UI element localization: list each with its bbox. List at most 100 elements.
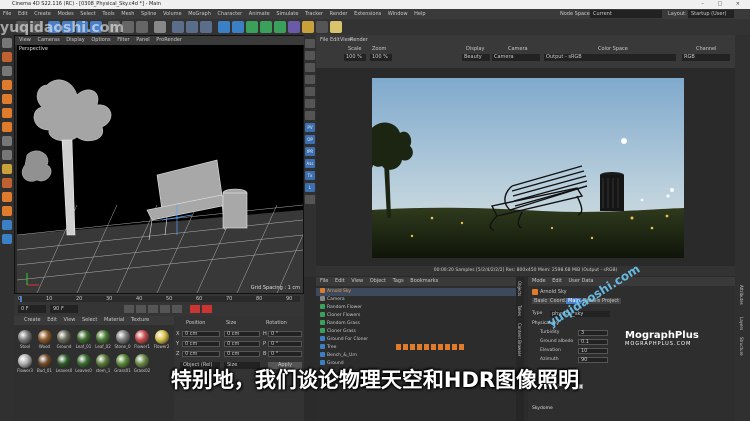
timeline[interactable]: 0 10 20 30 40 50 60 70 80 90 0 F 90 F: [14, 294, 304, 316]
camera-icon[interactable]: [316, 21, 328, 33]
tab-project[interactable]: Project: [600, 298, 622, 304]
edges-mode-icon[interactable]: [2, 108, 12, 118]
am-menu-edit[interactable]: Edit: [552, 278, 562, 284]
material-swatch[interactable]: Wood: [36, 330, 54, 352]
mat-menu-select[interactable]: Select: [82, 317, 97, 323]
texture-mode-icon[interactable]: [2, 52, 12, 62]
mat-menu-material[interactable]: Material: [104, 317, 124, 323]
om-menu-bookmarks[interactable]: Bookmarks: [410, 278, 438, 284]
ground-albedo-field[interactable]: 0.1: [578, 339, 608, 345]
polygons-mode-icon[interactable]: [2, 122, 12, 132]
pos-z-field[interactable]: 0 cm: [182, 351, 220, 357]
subdivision-icon[interactable]: [246, 21, 258, 33]
solo-icon[interactable]: [2, 220, 12, 230]
object-row[interactable]: Random Grass: [316, 320, 524, 328]
clear-icon[interactable]: [305, 99, 315, 108]
coord-system-icon[interactable]: [154, 21, 166, 33]
render-settings-icon[interactable]: [200, 21, 212, 33]
display-dropdown[interactable]: Beauty: [462, 54, 490, 61]
playhead[interactable]: [20, 296, 22, 302]
tx-button[interactable]: Tx: [305, 171, 315, 180]
om-menu-view[interactable]: View: [351, 278, 363, 284]
tab-basic[interactable]: Basic: [532, 298, 550, 304]
menu-help[interactable]: Help: [414, 11, 425, 17]
rot-b-field[interactable]: 0 °: [268, 351, 302, 357]
render-view-icon[interactable]: [172, 21, 184, 33]
z-axis-icon[interactable]: [136, 21, 148, 33]
tweak-icon[interactable]: [2, 150, 12, 160]
material-swatch[interactable]: Stone_0: [114, 330, 132, 352]
menu-tracker[interactable]: Tracker: [305, 11, 323, 17]
skydome-section[interactable]: Skydome: [532, 405, 553, 413]
content-browser-tab[interactable]: Content Browser: [517, 323, 522, 356]
pause-icon[interactable]: [305, 87, 315, 96]
menu-spline[interactable]: Spline: [141, 11, 156, 17]
vp-menu-cameras[interactable]: Cameras: [37, 37, 59, 43]
autokey-icon[interactable]: [202, 305, 212, 313]
size-z-field[interactable]: 0 cm: [224, 351, 260, 357]
vp-menu-panel[interactable]: Panel: [136, 37, 150, 43]
vp-menu-display[interactable]: Display: [66, 37, 84, 43]
go-start-icon[interactable]: [124, 305, 134, 313]
l-button[interactable]: L: [305, 183, 315, 192]
mat-menu-create[interactable]: Create: [24, 317, 41, 323]
object-row[interactable]: Bench_&_Urn: [316, 352, 524, 360]
snapshot-icon[interactable]: [305, 39, 315, 48]
workplane-icon[interactable]: [2, 66, 12, 76]
menu-window[interactable]: Window: [388, 11, 408, 17]
object-row[interactable]: Ground For Cloner: [316, 336, 524, 344]
menu-character[interactable]: Character: [218, 11, 243, 17]
go-end-icon[interactable]: [172, 305, 182, 313]
step-forward-icon[interactable]: [160, 305, 170, 313]
render-region-icon[interactable]: [305, 63, 315, 72]
cloner-icon[interactable]: [260, 21, 272, 33]
minimize-button[interactable]: –: [701, 1, 710, 7]
rv-menu-edit[interactable]: Edit: [330, 37, 340, 43]
material-swatch[interactable]: Leaf_02: [94, 330, 112, 352]
soft-select-icon[interactable]: [2, 192, 12, 202]
model-mode-icon[interactable]: [2, 80, 12, 90]
rv-menu-render[interactable]: Render: [350, 37, 368, 43]
object-row-selected[interactable]: Arnold Sky: [316, 288, 524, 296]
pen-icon[interactable]: [232, 21, 244, 33]
rot-h-field[interactable]: 0 °: [268, 331, 302, 337]
camera-dropdown[interactable]: Camera: [492, 54, 540, 61]
op-button[interactable]: OP: [305, 135, 315, 144]
menu-volume[interactable]: Volume: [163, 11, 182, 17]
snap-icon[interactable]: [2, 164, 12, 174]
vp-menu-view[interactable]: View: [19, 37, 31, 43]
start-frame-field[interactable]: 0 F: [18, 305, 46, 313]
make-editable-icon[interactable]: [2, 38, 12, 48]
menu-file[interactable]: File: [3, 11, 11, 17]
scale-field[interactable]: 100 %: [344, 54, 366, 61]
enable-axis-icon[interactable]: [2, 136, 12, 146]
size-x-field[interactable]: 0 cm: [224, 331, 260, 337]
render-image[interactable]: [372, 78, 684, 258]
pos-y-field[interactable]: 0 cm: [182, 341, 220, 347]
node-space-dropdown[interactable]: Current (Standard/Physical): [590, 10, 662, 25]
window-controls[interactable]: – □ ×: [701, 0, 746, 9]
paint-icon[interactable]: [2, 206, 12, 216]
menu-extensions[interactable]: Extensions: [354, 11, 381, 17]
record-icon[interactable]: [190, 305, 200, 313]
layers-tab[interactable]: Layers: [739, 317, 744, 330]
camera-icon[interactable]: [305, 195, 315, 204]
azimuth-field[interactable]: 90: [578, 357, 608, 363]
elevation-field[interactable]: 10: [578, 348, 608, 354]
vp-menu-filter[interactable]: Filter: [117, 37, 129, 43]
points-mode-icon[interactable]: [2, 94, 12, 104]
save-icon[interactable]: [305, 111, 315, 120]
stop-icon[interactable]: [305, 75, 315, 84]
ipr-button[interactable]: IPR: [305, 147, 315, 156]
rot-p-field[interactable]: 0 °: [268, 341, 302, 347]
menu-modes[interactable]: Modes: [57, 11, 73, 17]
layout-dropdown[interactable]: Startup (User): [688, 10, 734, 18]
ass-button[interactable]: Ass: [305, 159, 315, 168]
object-row[interactable]: Cloner Flowers: [316, 312, 524, 320]
deformer-icon[interactable]: [274, 21, 286, 33]
object-row[interactable]: Random Flower: [316, 304, 524, 312]
vp-menu-options[interactable]: Options: [91, 37, 110, 43]
color-space-dropdown[interactable]: Output - sRGB: [544, 54, 676, 61]
om-menu-edit[interactable]: Edit: [335, 278, 345, 284]
menu-mograph[interactable]: MoGraph: [188, 11, 211, 17]
